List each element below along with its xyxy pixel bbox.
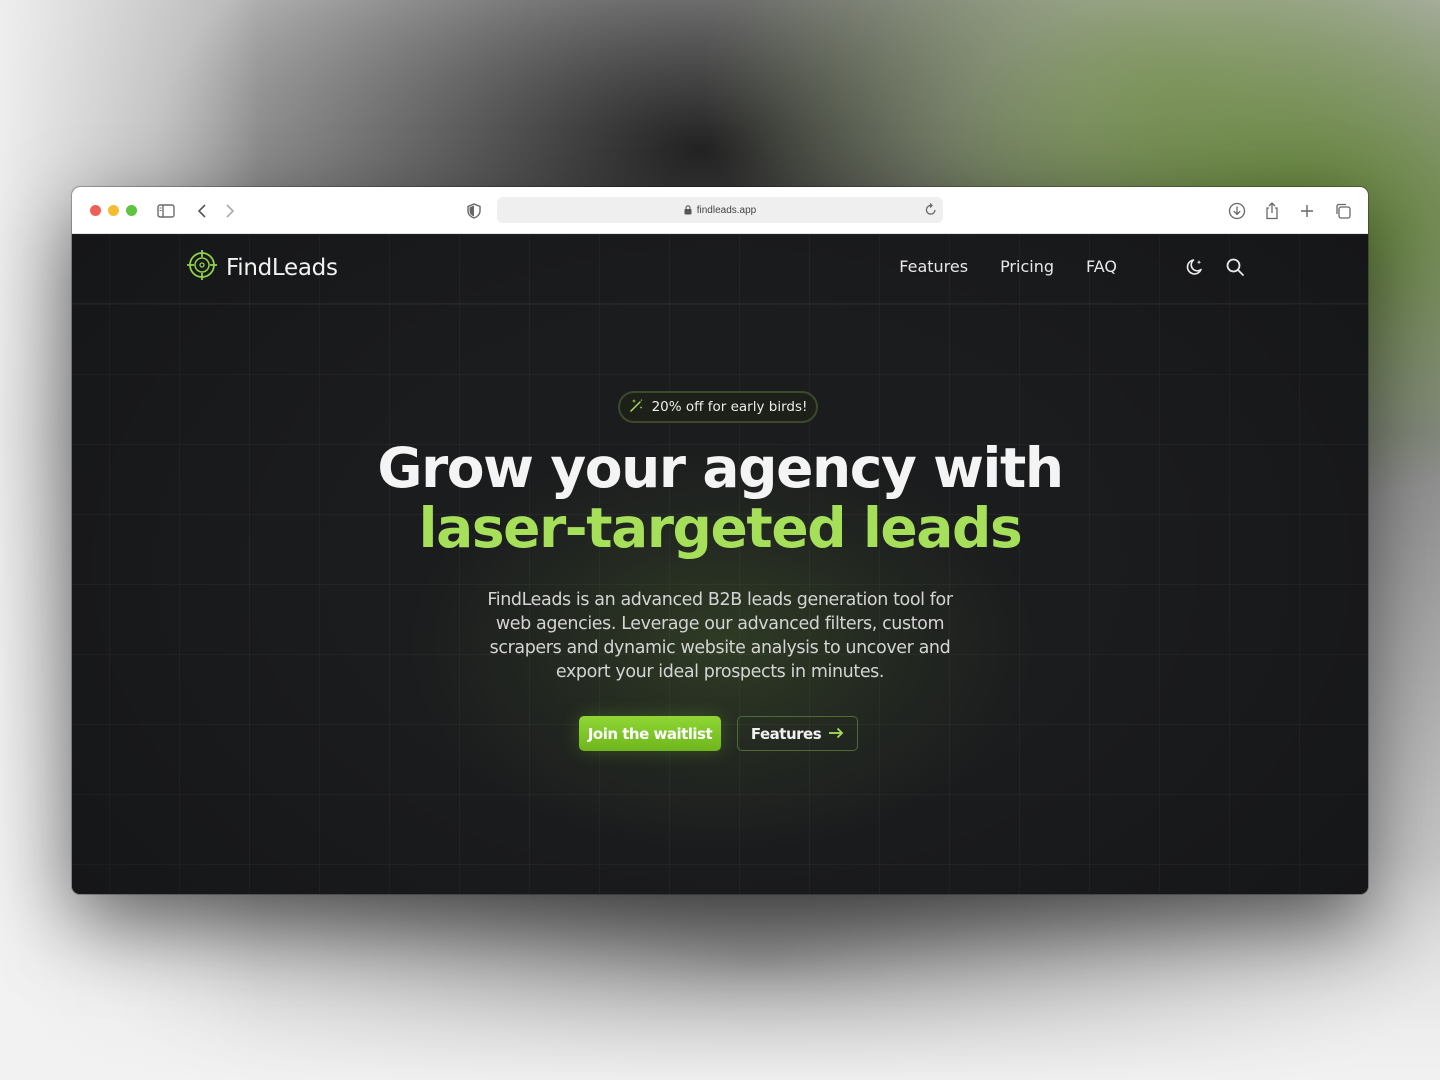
lock-icon [684, 205, 692, 215]
logo-text: FindLeads [226, 254, 338, 281]
join-waitlist-button[interactable]: Join the waitlist [579, 716, 721, 751]
window-controls [90, 205, 137, 216]
zoom-window-button[interactable] [126, 205, 137, 216]
features-button[interactable]: Features [737, 716, 858, 751]
landing-page: FindLeads Features Pricing FAQ 20% off f… [72, 234, 1368, 894]
search-icon[interactable] [1224, 256, 1246, 278]
shield-icon[interactable] [463, 200, 485, 222]
close-window-button[interactable] [90, 205, 101, 216]
nav-links: Features Pricing FAQ [899, 257, 1117, 276]
headline-line-2: laser-targeted leads [418, 496, 1023, 560]
browser-toolbar: findleads.app [72, 187, 1368, 234]
tabs-overview-icon[interactable] [1332, 200, 1354, 222]
reload-icon[interactable] [925, 202, 937, 219]
hero-headline: Grow your agency with laser-targeted lea… [72, 438, 1368, 558]
background-vignette [72, 234, 1368, 894]
site-navbar: FindLeads Features Pricing FAQ [72, 234, 1368, 304]
url-text: findleads.app [696, 204, 757, 216]
nav-link-features[interactable]: Features [899, 257, 968, 276]
forward-icon[interactable] [219, 200, 241, 222]
moon-icon[interactable] [1184, 256, 1206, 278]
address-bar[interactable]: findleads.app [497, 197, 943, 223]
features-button-label: Features [750, 724, 822, 743]
magic-wand-icon [629, 398, 644, 417]
headline-line-1: Grow your agency with [377, 436, 1064, 500]
hero-description: FindLeads is an advanced B2B leads gener… [487, 590, 953, 682]
sidebar-icon[interactable] [155, 200, 177, 222]
nav-link-pricing[interactable]: Pricing [1000, 257, 1054, 276]
nav-link-faq[interactable]: FAQ [1086, 257, 1117, 276]
join-waitlist-label: Join the waitlist [587, 724, 713, 743]
arrow-right-icon [828, 725, 844, 743]
promo-badge[interactable]: 20% off for early birds! [618, 391, 818, 423]
new-tab-icon[interactable] [1296, 200, 1318, 222]
download-icon[interactable] [1226, 200, 1248, 222]
minimize-window-button[interactable] [108, 205, 119, 216]
target-logo-icon [186, 249, 218, 286]
promo-badge-text: 20% off for early birds! [651, 399, 808, 415]
site-logo[interactable]: FindLeads [186, 249, 338, 286]
share-icon[interactable] [1261, 200, 1283, 222]
browser-window: findleads.app FindLeads Features Pricing… [72, 187, 1368, 894]
back-icon[interactable] [191, 200, 213, 222]
